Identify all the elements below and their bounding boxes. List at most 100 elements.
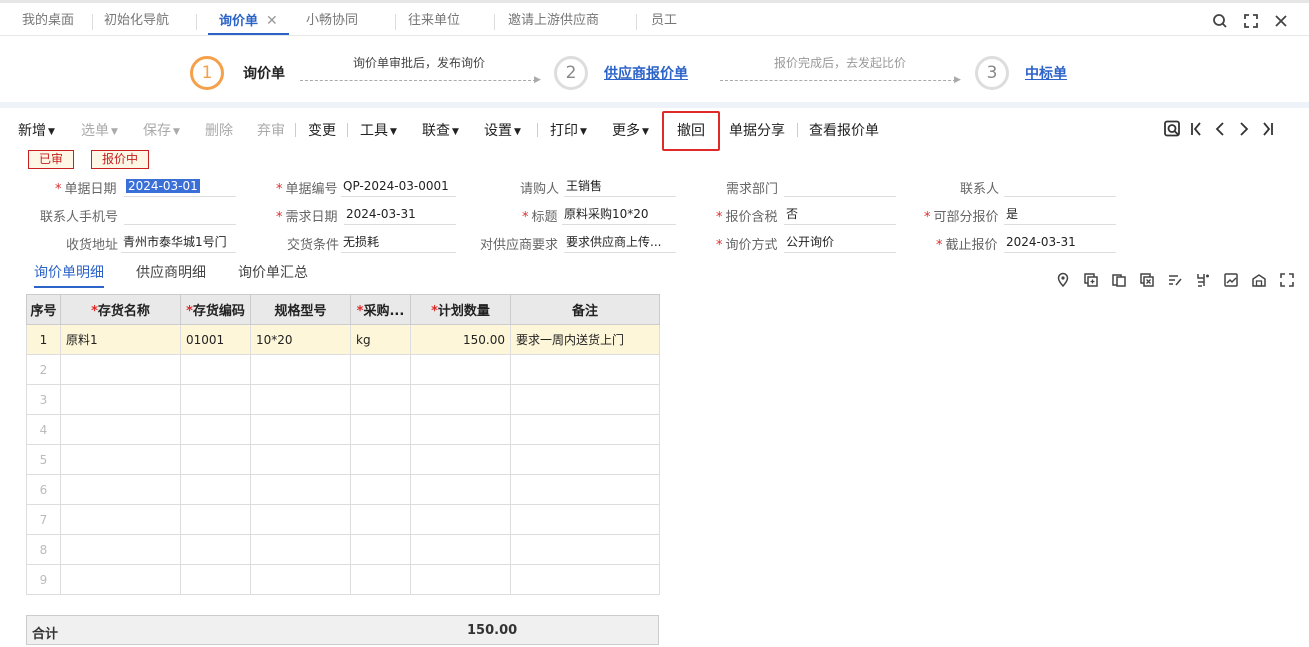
prev-record-icon[interactable] [1213,121,1227,137]
cell-note[interactable] [510,444,660,475]
col-unit[interactable]: *采购... [350,294,411,325]
settings-button[interactable]: 设置 ▼ [484,120,521,140]
close-icon[interactable]: ✕ [266,13,278,29]
cell-spec[interactable] [250,564,351,595]
contact-field[interactable] [1004,177,1116,197]
tab-supplier-detail[interactable]: 供应商明细 [136,262,206,282]
cell-planned-qty[interactable] [410,444,511,475]
save-button[interactable]: 保存 ▼ [143,120,180,140]
cell-unit[interactable] [350,504,411,535]
cell-spec[interactable] [250,414,351,445]
expand-icon[interactable] [1279,272,1295,288]
add-row-icon[interactable] [1083,272,1099,288]
cell-planned-qty[interactable] [410,504,511,535]
cell-unit[interactable] [350,384,411,415]
cell-unit[interactable] [350,414,411,445]
batch-edit-icon[interactable] [1167,272,1183,288]
cell-planned-qty[interactable] [410,474,511,505]
cell-planned-qty[interactable] [410,414,511,445]
tab-collab[interactable]: 小畅协同 [306,9,358,35]
table-row[interactable]: 1 原料1 01001 10*20 kg 150.00 要求一周内送货上门 [26,324,660,355]
cell-unit[interactable] [350,534,411,565]
col-spec[interactable]: 规格型号 [250,294,351,325]
cell-planned-qty[interactable] [410,564,511,595]
cell-spec[interactable] [250,354,351,385]
more-button[interactable]: 更多 ▼ [612,120,649,140]
cell-item-name[interactable] [60,474,181,505]
cell-note[interactable] [510,414,660,445]
cell-note[interactable]: 要求一周内送货上门 [510,324,660,355]
cell-unit[interactable] [350,474,411,505]
cell-item-code[interactable] [180,444,251,475]
col-item-name[interactable]: *存货名称 [60,294,181,325]
delete-row-icon[interactable] [1139,272,1155,288]
print-button[interactable]: 打印 ▼ [550,120,587,140]
title-field[interactable]: 原料采购10*20 [562,205,676,225]
address-field[interactable]: 青州市泰华城1号门 [121,233,236,253]
col-note[interactable]: 备注 [510,294,660,325]
requester-field[interactable]: 王销售 [564,177,676,197]
cell-item-code[interactable] [180,564,251,595]
tools-button[interactable]: 工具 ▼ [360,120,397,140]
supplier-req-field[interactable]: 要求供应商上传... [564,233,676,253]
search-icon[interactable] [1210,11,1230,31]
cell-note[interactable] [510,474,660,505]
cell-note[interactable] [510,354,660,385]
cell-item-code[interactable] [180,534,251,565]
next-record-icon[interactable] [1237,121,1251,137]
col-item-code[interactable]: *存货编码 [180,294,251,325]
cell-unit[interactable] [350,354,411,385]
cell-note[interactable] [510,534,660,565]
last-record-icon[interactable] [1261,121,1275,137]
cell-item-code[interactable] [180,504,251,535]
cell-planned-qty[interactable] [410,534,511,565]
terms-field[interactable]: 无损耗 [341,233,456,253]
cell-item-name[interactable] [60,354,181,385]
phone-field[interactable] [124,205,236,225]
tab-inquiry-detail[interactable]: 询价单明细 [34,262,104,288]
fullscreen-icon[interactable] [1241,11,1261,31]
deadline-field[interactable]: 2024-03-31 [1004,233,1116,253]
share-doc-button[interactable]: 单据分享 [729,120,785,140]
delete-button[interactable]: 删除 [205,120,233,140]
location-icon[interactable] [1055,272,1071,288]
cell-item-name[interactable] [60,534,181,565]
cell-planned-qty[interactable] [410,354,511,385]
view-quotes-button[interactable]: 查看报价单 [809,120,879,140]
lookup-button[interactable]: 联查 ▼ [422,120,459,140]
col-seq[interactable]: 序号 [26,294,61,325]
cell-item-code[interactable] [180,354,251,385]
table-row[interactable]: 9 [26,564,660,595]
table-row[interactable]: 5 [26,444,660,475]
tab-invite-supplier[interactable]: 邀请上游供应商 [508,9,599,35]
tab-staff[interactable]: 员工 [651,9,677,35]
select-button[interactable]: 选单 ▼ [81,120,118,140]
cell-planned-qty[interactable]: 150.00 [410,324,511,355]
warehouse-icon[interactable] [1251,272,1267,288]
close-window-icon[interactable] [1271,11,1291,31]
method-field[interactable]: 公开询价 [784,233,896,253]
tab-inquiry-summary[interactable]: 询价单汇总 [238,262,308,282]
cell-spec[interactable] [250,504,351,535]
cell-item-code[interactable] [180,414,251,445]
cell-spec[interactable] [250,444,351,475]
cell-item-code[interactable] [180,474,251,505]
split-icon[interactable] [1195,272,1211,288]
chart-edit-icon[interactable] [1223,272,1239,288]
cell-note[interactable] [510,504,660,535]
cell-unit[interactable] [350,564,411,595]
cell-item-name[interactable] [60,504,181,535]
col-planned-qty[interactable]: *计划数量 [410,294,511,325]
doc-no-field[interactable]: QP-2024-03-0001 [341,177,456,197]
table-row[interactable]: 7 [26,504,660,535]
cell-note[interactable] [510,384,660,415]
step-2-link[interactable]: 供应商报价单 [604,63,688,83]
cell-item-name[interactable]: 原料1 [60,324,181,355]
copy-row-icon[interactable] [1111,272,1127,288]
cell-item-name[interactable] [60,414,181,445]
table-row[interactable]: 2 [26,354,660,385]
cell-spec[interactable] [250,534,351,565]
first-record-icon[interactable] [1189,121,1203,137]
table-row[interactable]: 3 [26,384,660,415]
tab-partners[interactable]: 往来单位 [408,9,460,35]
